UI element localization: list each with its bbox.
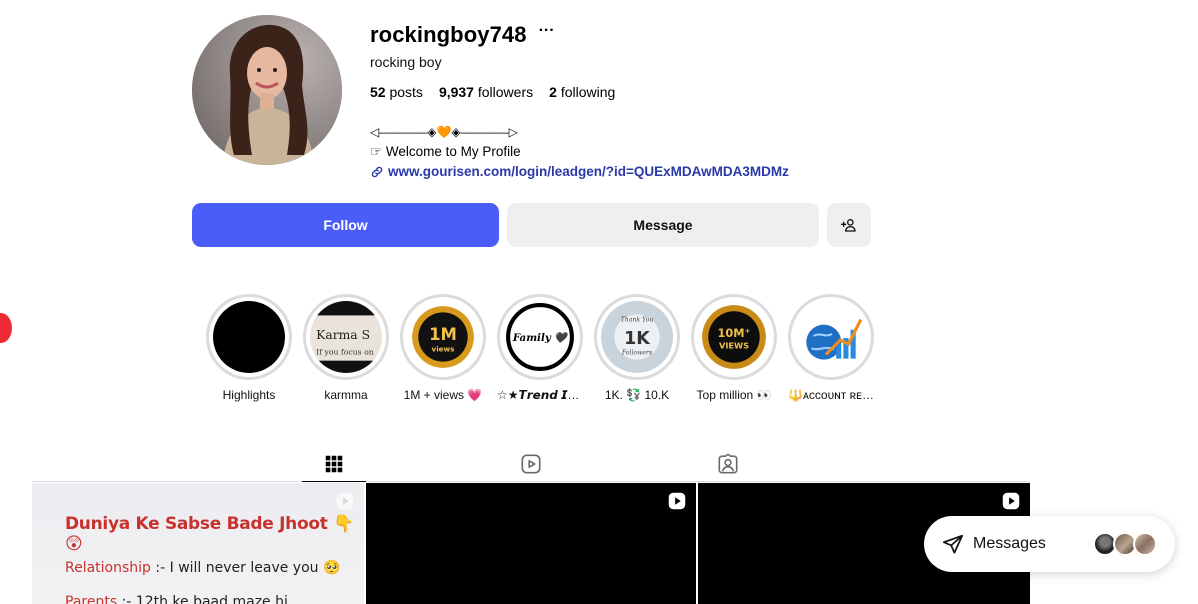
posts-label: posts (389, 84, 423, 100)
followers-label: followers (477, 84, 534, 100)
highlight-cover: Karma S If you focus on (310, 301, 382, 373)
reel-indicator-icon (336, 492, 354, 510)
thank-you-image-count: 1K (624, 329, 651, 349)
highlight-cover: Thank You 1K Followers (601, 301, 673, 373)
post-caption-key: Parents (65, 594, 118, 604)
suggested-accounts-button[interactable] (827, 203, 871, 247)
add-person-icon (841, 219, 856, 232)
karma-image-subtitle: If you focus on (316, 347, 374, 356)
messages-widget[interactable]: Messages (924, 516, 1175, 572)
bio: ◁————◈🧡◈————▷ ☞ Welcome to My Profile ww… (370, 122, 789, 182)
post-caption-title: Duniya Ke Sabse Bade Jhoot 👇😲 (65, 514, 355, 554)
highlight-item[interactable]: 🔱ᴀᴄᴄᴏᴜɴᴛ ʀᴇᴀ... (788, 294, 874, 402)
highlight-item[interactable]: Thank You 1K Followers 1K. 💱 10.K (594, 294, 680, 402)
bio-link-text: www.gourisen.com/login/leadgen/?id=QUExM… (388, 164, 789, 179)
million-image-subtitle: views (432, 344, 455, 353)
following-count: 2 (549, 84, 557, 100)
highlight-cover (213, 301, 285, 373)
username-row: rockingboy748 ··· (370, 20, 555, 50)
followers-stat[interactable]: 9,937 followers (439, 84, 533, 100)
following-stat[interactable]: 2 following (549, 84, 615, 100)
follow-button[interactable]: Follow (192, 203, 499, 247)
highlight-cover: Family 🖤 (504, 301, 576, 373)
more-options-button[interactable]: ··· (539, 23, 555, 39)
notification-dot (0, 313, 12, 343)
post-caption-text: :- I will never leave you 🥺 (155, 560, 341, 576)
profile-avatar[interactable] (192, 15, 342, 165)
highlight-cover: 1M views (407, 301, 479, 373)
million-image-title: 1M (429, 325, 457, 344)
thank-you-image-subtitle: Followers (621, 349, 652, 356)
ten-million-image-title: 10M⁺ (718, 327, 751, 340)
bio-decoration: ◁————◈🧡◈————▷ (370, 125, 518, 139)
highlight-item[interactable]: Highlights (206, 294, 292, 402)
reel-indicator-icon (668, 492, 686, 510)
highlight-label: ☆★𝙏𝙧𝙚𝙣𝙙 𝙄𝙣𝙨𝙩𝙖... (497, 388, 583, 402)
highlight-label: 🔱ᴀᴄᴄᴏᴜɴᴛ ʀᴇᴀ... (788, 388, 874, 402)
reel-indicator-icon (1002, 492, 1020, 510)
full-name: rocking boy (370, 54, 442, 70)
tagged-icon (718, 453, 738, 474)
tab-posts[interactable] (302, 446, 366, 482)
tab-reels[interactable] (499, 446, 563, 482)
posts-count: 52 (370, 84, 386, 100)
profile-photo (192, 15, 342, 165)
messages-avatars (1093, 532, 1157, 556)
post-tile[interactable]: Duniya Ke Sabse Bade Jhoot 👇😲 Relationsh… (32, 483, 364, 604)
username: rockingboy748 (370, 22, 527, 47)
highlight-item[interactable]: Karma S If you focus on karmma (303, 294, 389, 402)
bio-link[interactable]: www.gourisen.com/login/leadgen/?id=QUExM… (370, 162, 789, 182)
thank-you-image-title: Thank You (621, 317, 654, 324)
highlight-item[interactable]: Family 🖤 ☆★𝙏𝙧𝙚𝙣𝙙 𝙄𝙣𝙨𝙩𝙖... (497, 294, 583, 402)
posts-stat: 52 posts (370, 84, 423, 100)
karma-image-title: Karma S (316, 328, 370, 342)
highlight-label: Top million 👀 (696, 388, 772, 402)
bio-welcome: ☞ Welcome to My Profile (370, 144, 521, 159)
following-label: following (560, 84, 616, 100)
avatar (1133, 532, 1157, 556)
highlight-item[interactable]: 10M⁺ VIEWS Top million 👀 (691, 294, 777, 402)
post-caption-text: :- 12th ke baad maze hi (121, 594, 288, 604)
tab-tagged[interactable] (696, 446, 760, 482)
grid-icon (325, 455, 343, 472)
highlight-item[interactable]: 1M views 1M + views 💗 (400, 294, 486, 402)
message-button[interactable]: Message (507, 203, 819, 247)
messages-label: Messages (973, 535, 1046, 552)
highlight-label: karmma (324, 388, 368, 402)
highlight-cover: 10M⁺ VIEWS (698, 301, 770, 373)
reels-icon (521, 454, 541, 474)
profile-stats: 52 posts 9,937 followers 2 following (370, 84, 615, 100)
post-caption-line: Parents :- 12th ke baad maze hi (65, 594, 288, 604)
highlight-label: 1M + views 💗 (403, 388, 483, 402)
highlight-label: Highlights (222, 388, 276, 402)
link-icon (371, 166, 383, 178)
post-caption-key: Relationship (65, 560, 151, 576)
post-caption-line: Relationship :- I will never leave you 🥺 (65, 560, 340, 576)
ten-million-image-subtitle: VIEWS (719, 340, 749, 350)
highlight-label: 1K. 💱 10.K (604, 388, 670, 402)
followers-count: 9,937 (438, 84, 474, 100)
family-image-title: Family 🖤 (512, 332, 571, 344)
highlight-cover (795, 301, 867, 373)
post-tile[interactable] (366, 483, 696, 604)
send-icon (942, 534, 964, 554)
